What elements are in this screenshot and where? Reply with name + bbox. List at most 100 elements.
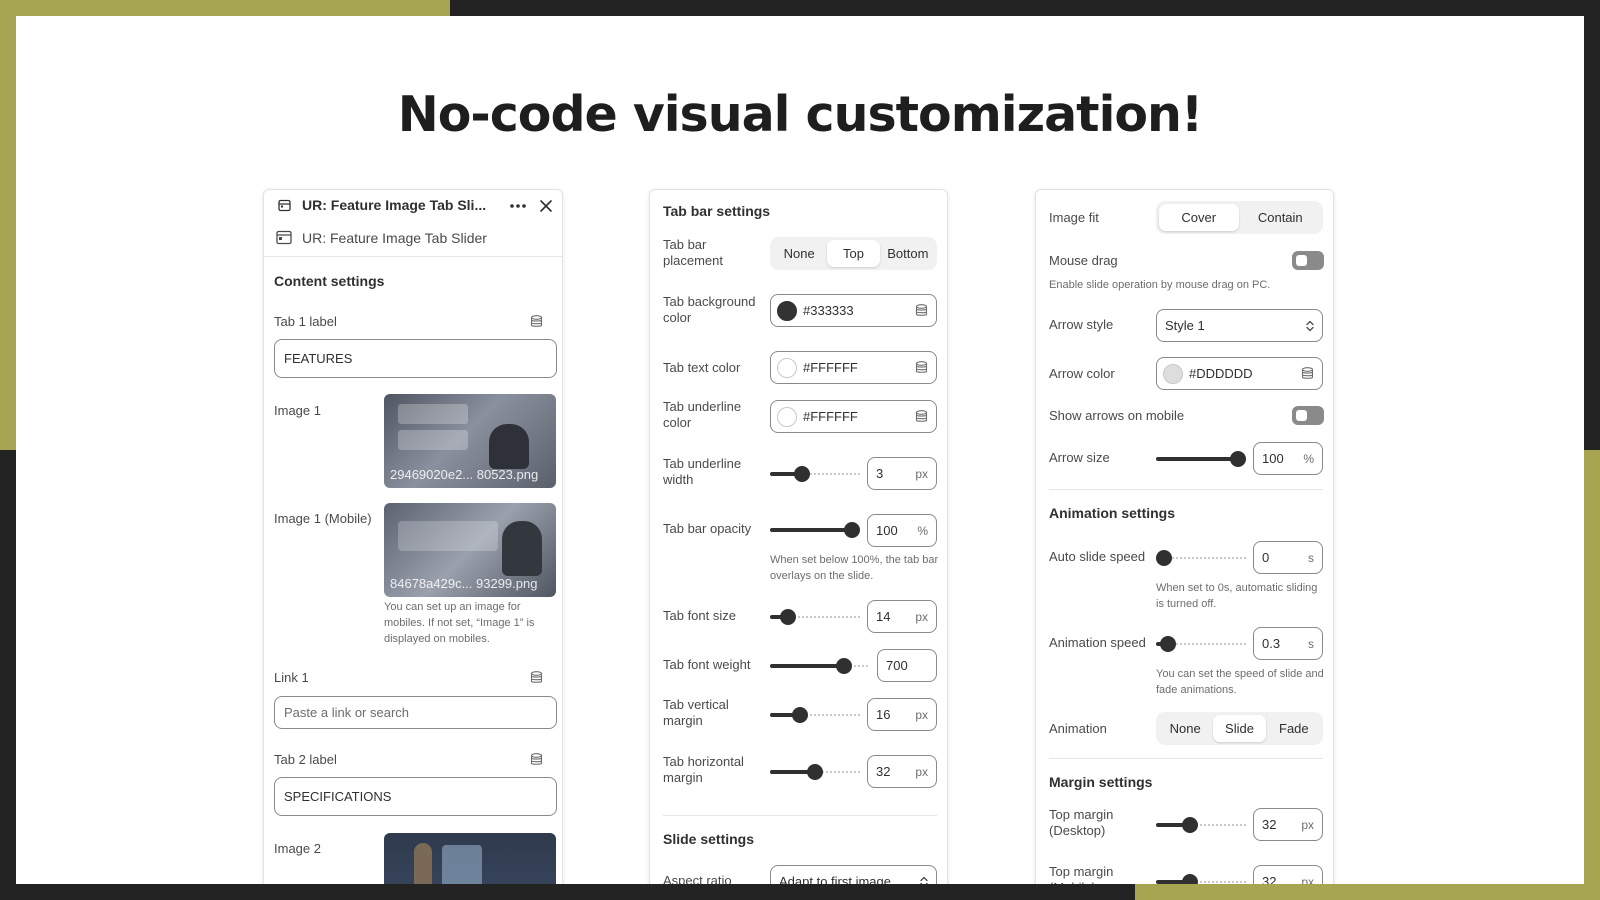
- slider-handle[interactable]: [807, 764, 823, 780]
- slider-handle[interactable]: [780, 609, 796, 625]
- image2-thumbnail[interactable]: [384, 833, 556, 884]
- underline-width-input[interactable]: 3 px: [867, 457, 937, 490]
- image1-mobile-thumbnail[interactable]: 84678a429c... 93299.png: [384, 503, 556, 597]
- dynamic-source-icon[interactable]: [915, 304, 928, 317]
- placement-option-top[interactable]: Top: [827, 240, 880, 267]
- slider-handle[interactable]: [1182, 817, 1198, 833]
- opacity-input[interactable]: 100%: [867, 514, 937, 547]
- opacity-label: Tab bar opacity: [663, 521, 752, 536]
- link1-input[interactable]: Paste a link or search: [274, 696, 557, 729]
- anim-speed-value: 0.3: [1262, 636, 1281, 651]
- vmargin-value: 16: [876, 707, 891, 722]
- placement-segmented-control[interactable]: None Top Bottom: [770, 237, 937, 270]
- vmargin-input[interactable]: 16 px: [867, 698, 937, 731]
- top-margin-desktop-slider[interactable]: [1156, 817, 1246, 833]
- aspect-ratio-select[interactable]: Adapt to first image: [770, 865, 937, 884]
- slider-handle[interactable]: [794, 466, 810, 482]
- image-fit-option-contain[interactable]: Contain: [1241, 204, 1321, 231]
- text-color-label: Tab text color: [663, 360, 741, 375]
- hmargin-input[interactable]: 32 px: [867, 755, 937, 788]
- mouse-drag-toggle[interactable]: [1292, 251, 1324, 270]
- slider-handle[interactable]: [844, 522, 860, 538]
- thumb-feature-row: [398, 404, 468, 424]
- animation-option-fade[interactable]: Fade: [1268, 715, 1320, 742]
- arrow-color-field[interactable]: #DDDDDD: [1156, 357, 1323, 390]
- unit-seconds: s: [1308, 550, 1314, 565]
- margin-settings-title: Margin settings: [1049, 774, 1153, 790]
- dynamic-source-icon[interactable]: [530, 315, 543, 328]
- auto-speed-input[interactable]: 0s: [1253, 541, 1323, 574]
- font-weight-slider[interactable]: [770, 658, 870, 674]
- text-color-swatch[interactable]: [777, 357, 797, 378]
- slider-settings-panel: Image fit Cover Contain Mouse drag Enabl…: [1035, 189, 1334, 884]
- arrow-size-slider[interactable]: [1156, 451, 1246, 467]
- more-options-icon[interactable]: [509, 203, 527, 209]
- underline-color-field[interactable]: #FFFFFF: [770, 400, 937, 433]
- opacity-hint: When set below 100%, the tab bar overlay…: [770, 554, 939, 582]
- vmargin-slider[interactable]: [770, 707, 860, 723]
- image-fit-segmented-control[interactable]: Cover Contain: [1156, 201, 1323, 234]
- hmargin-label: Tab horizontal margin: [663, 754, 744, 785]
- slide-canvas: No-code visual customization! UR: Featur…: [16, 16, 1584, 884]
- top-margin-mobile-slider[interactable]: [1156, 874, 1246, 884]
- unit-percent: %: [917, 523, 928, 538]
- aspect-ratio-value: Adapt to first image: [779, 874, 891, 884]
- dynamic-source-icon[interactable]: [1301, 367, 1314, 380]
- image-fit-option-cover[interactable]: Cover: [1159, 204, 1239, 231]
- opacity-value: 100: [876, 523, 898, 538]
- anim-speed-input[interactable]: 0.3 s: [1253, 627, 1323, 660]
- dynamic-source-icon[interactable]: [915, 361, 928, 374]
- tab2-label-input[interactable]: SPECIFICATIONS: [274, 777, 557, 816]
- dynamic-source-icon[interactable]: [530, 671, 543, 684]
- tab1-label-title: Tab 1 label: [274, 314, 337, 329]
- close-icon[interactable]: [539, 199, 553, 213]
- font-weight-input[interactable]: 700: [877, 649, 937, 682]
- slider-handle[interactable]: [1182, 874, 1198, 884]
- bg-color-field[interactable]: #333333: [770, 294, 937, 327]
- slider-handle[interactable]: [836, 658, 852, 674]
- animation-settings-title: Animation settings: [1049, 505, 1176, 521]
- dynamic-source-icon[interactable]: [530, 753, 543, 766]
- bg-color-swatch[interactable]: [777, 300, 797, 321]
- arrow-size-input[interactable]: 100%: [1253, 442, 1323, 475]
- image1-thumbnail[interactable]: 29469020e2... 80523.png: [384, 394, 556, 488]
- text-color-field[interactable]: #FFFFFF: [770, 351, 937, 384]
- aspect-ratio-label: Aspect ratio: [663, 873, 732, 884]
- underline-width-value: 3: [876, 466, 884, 481]
- arrow-color-swatch[interactable]: [1163, 363, 1183, 384]
- top-margin-mobile-input[interactable]: 32 px: [1253, 865, 1323, 884]
- opacity-slider[interactable]: [770, 522, 860, 538]
- image1-filename: 29469020e2... 80523.png: [390, 467, 539, 482]
- hmargin-slider[interactable]: [770, 764, 860, 780]
- top-margin-desktop-input[interactable]: 32 px: [1253, 808, 1323, 841]
- panel-header-title: UR: Feature Image Tab Sli...: [302, 197, 487, 213]
- animation-option-slide[interactable]: Slide: [1213, 715, 1266, 742]
- top-margin-desktop-label: Top margin (Desktop): [1049, 807, 1114, 838]
- unit-percent: %: [1303, 451, 1314, 466]
- font-size-input[interactable]: 14 px: [867, 600, 937, 633]
- link1-title: Link 1: [274, 670, 309, 685]
- underline-color-swatch[interactable]: [777, 406, 797, 427]
- top-margin-mobile-label: Top margin (Mobile): [1049, 864, 1114, 884]
- tab1-label-input[interactable]: FEATURES: [274, 339, 557, 378]
- slider-handle[interactable]: [792, 707, 808, 723]
- tab1-label-value: FEATURES: [284, 351, 353, 366]
- arrows-mobile-toggle[interactable]: [1292, 406, 1324, 425]
- animation-segmented-control[interactable]: None Slide Fade: [1156, 712, 1323, 745]
- slider-handle[interactable]: [1230, 451, 1246, 467]
- slider-handle[interactable]: [1160, 636, 1176, 652]
- arrow-style-select[interactable]: Style 1: [1156, 309, 1323, 342]
- animation-option-none[interactable]: None: [1159, 715, 1211, 742]
- auto-speed-slider[interactable]: [1156, 550, 1246, 566]
- placement-option-bottom[interactable]: Bottom: [882, 240, 934, 267]
- font-size-slider[interactable]: [770, 609, 860, 625]
- font-weight-value: 700: [886, 658, 908, 673]
- hmargin-value: 32: [876, 764, 891, 779]
- placement-option-none[interactable]: None: [773, 240, 825, 267]
- unit-px: px: [915, 707, 928, 722]
- underline-width-slider[interactable]: [770, 466, 860, 482]
- anim-speed-slider[interactable]: [1156, 636, 1246, 652]
- dynamic-source-icon[interactable]: [915, 410, 928, 423]
- slider-handle[interactable]: [1156, 550, 1172, 566]
- section-divider: [663, 815, 937, 816]
